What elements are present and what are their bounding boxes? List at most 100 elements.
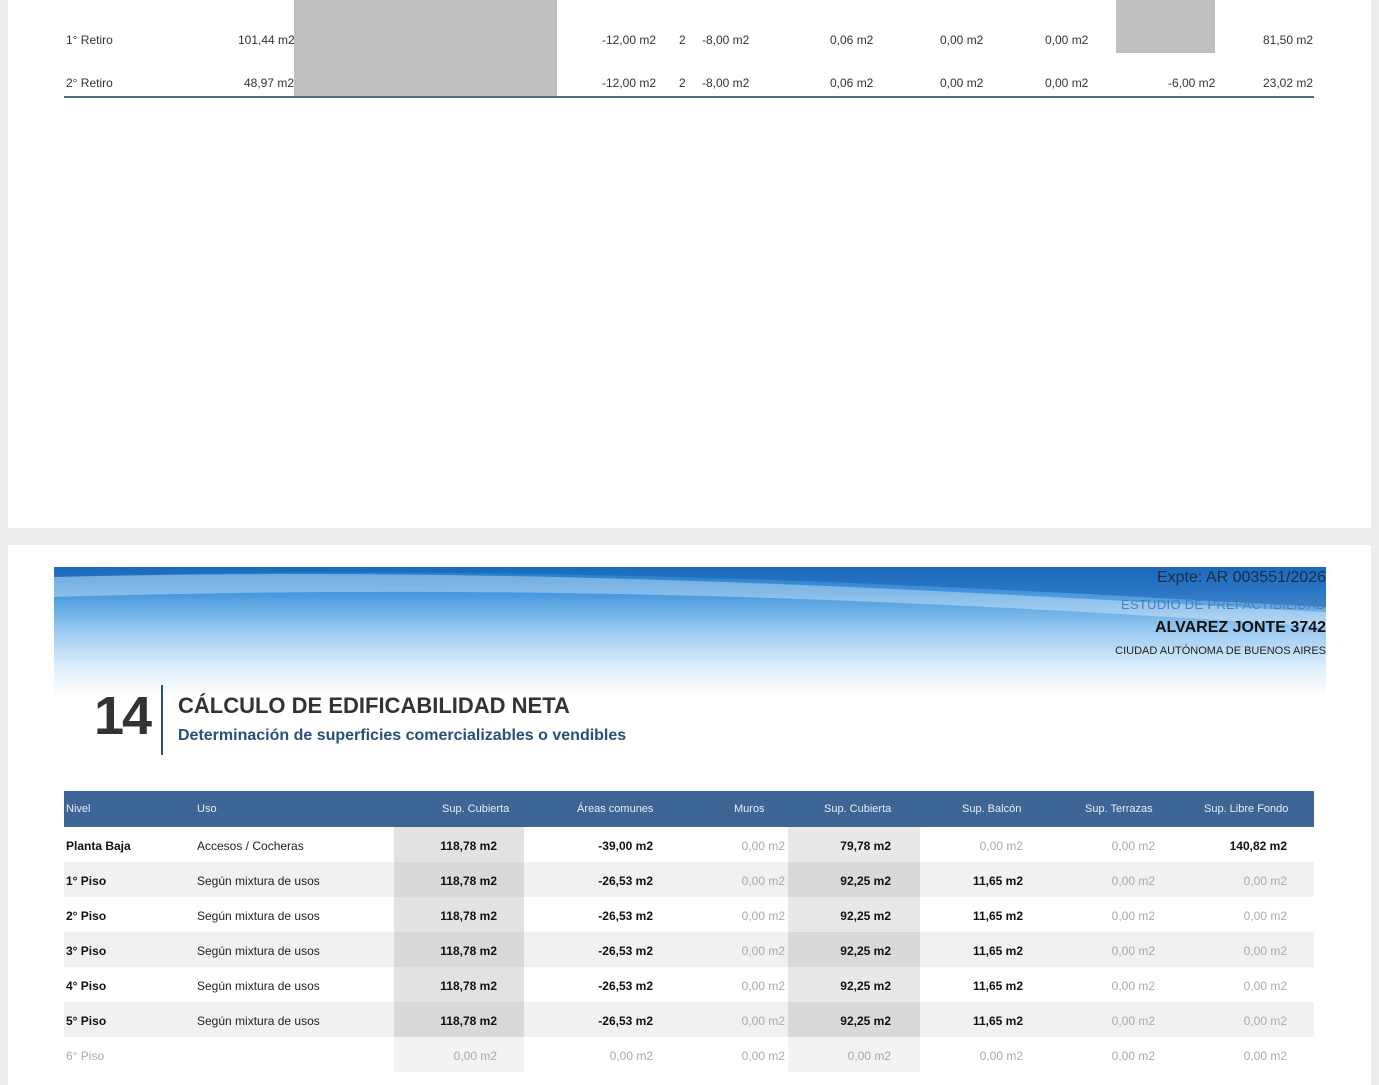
row-uso: Accesos / Cocheras (197, 839, 304, 853)
column-header: Sup. Balcón (962, 803, 1022, 815)
row-uso: Según mixtura de usos (197, 979, 320, 993)
row-value: 140,82 m2 (1229, 839, 1287, 853)
row-value: 0,00 m2 (1243, 1049, 1287, 1063)
row-value: 0,00 m2 (940, 76, 984, 90)
row-value: 0,00 m2 (979, 1049, 1023, 1063)
row-value: 0,00 m2 (1111, 874, 1155, 888)
row-value: 11,65 m2 (972, 979, 1023, 993)
row-value: 0,00 m2 (741, 839, 785, 853)
table-row: 3° Piso Según mixtura de usos 118,78 m2 -26… (64, 932, 1314, 967)
row-value: 0,00 m2 (1045, 33, 1089, 47)
row-nivel: 2° Piso (66, 909, 107, 923)
expediente-number: Expte: AR 003551/2026 (1156, 569, 1326, 586)
header-banner: Expte: AR 003551/2026 ESTUDIO DE PREFACT… (54, 567, 1326, 697)
row-value: 0,00 m2 (1111, 979, 1155, 993)
previous-page: 1° Retiro 101,44 m2 -12,00 m2 2 -8,00 m2… (8, 0, 1371, 528)
table-row: 4° Piso Según mixtura de usos 118,78 m2 -26… (64, 967, 1314, 1002)
row-nivel: 6° Piso (66, 1049, 105, 1063)
row-value: 0,00 m2 (847, 1049, 891, 1063)
row-value: 118,78 m2 (440, 944, 497, 958)
table-row: 1° Piso Según mixtura de usos 118,78 m2 -26… (64, 862, 1314, 897)
row-value: 118,78 m2 (440, 839, 497, 853)
section-divider (161, 685, 163, 755)
row-value: 92,25 m2 (840, 1014, 891, 1028)
row-value: 79,78 m2 (840, 839, 891, 853)
row-value: 0,06 m2 (830, 33, 874, 47)
column-header: Sup. Libre Fondo (1204, 803, 1289, 815)
row-uso: Según mixtura de usos (197, 909, 320, 923)
section-number: 14 (94, 686, 152, 746)
row-value: -6,00 m2 (1168, 76, 1216, 90)
row-value: 118,78 m2 (440, 979, 497, 993)
row-value: 0,00 m2 (1111, 909, 1155, 923)
row-count: 2 (679, 33, 686, 47)
row-label: 2° Retiro (66, 76, 113, 90)
row-value: 11,65 m2 (972, 944, 1023, 958)
city-name: CIUDAD AUTÓNOMA DE BUENOS AIRES (1115, 645, 1326, 657)
row-value: 11,65 m2 (972, 1014, 1023, 1028)
section-title: CÁLCULO DE EDIFICABILIDAD NETA (178, 693, 570, 718)
row-value: 0,00 m2 (1243, 979, 1287, 993)
row-label: 1° Retiro (66, 33, 113, 47)
row-value: -8,00 m2 (702, 33, 750, 47)
table-row: 6° Piso 0,00 m2 0,00 m2 0,00 m2 0,00 m2 0,00 … (64, 1037, 1314, 1072)
column-header: Muros (734, 803, 765, 815)
row-value: 0,00 m2 (741, 979, 785, 993)
row-value: 0,00 m2 (741, 874, 785, 888)
row-value: 0,00 m2 (1111, 1014, 1155, 1028)
current-page: Expte: AR 003551/2026 ESTUDIO DE PREFACT… (8, 545, 1371, 1085)
property-address: ALVAREZ JONTE 3742 (1154, 619, 1326, 636)
row-value: 0,00 m2 (1243, 1014, 1287, 1028)
row-value: 118,78 m2 (440, 909, 497, 923)
row-value: 11,65 m2 (972, 909, 1023, 923)
row-nivel: 5° Piso (66, 1014, 107, 1028)
row-uso: Según mixtura de usos (197, 944, 320, 958)
row-value: 0,00 m2 (1243, 944, 1287, 958)
row-uso: Según mixtura de usos (197, 874, 320, 888)
row-value: 0,00 m2 (1243, 874, 1287, 888)
table-body: Planta Baja Accesos / Cocheras 118,78 m2 -3… (64, 827, 1314, 1072)
row-value: 11,65 m2 (972, 874, 1023, 888)
row-value: 0,00 m2 (741, 1014, 785, 1028)
row-count: 2 (679, 76, 686, 90)
row-value: -12,00 m2 (602, 33, 657, 47)
row-value: 0,06 m2 (830, 76, 874, 90)
row-value: -26,53 m2 (598, 874, 653, 888)
row-value: 0,00 m2 (1111, 839, 1155, 853)
section-subtitle: Determinación de superficies comercializ… (178, 727, 627, 744)
row-area: 48,97 m2 (244, 76, 295, 90)
column-header: Uso (197, 803, 217, 815)
edificabilidad-table: Nivel Uso Sup. Cubierta Áreas comunes Mu… (64, 791, 1314, 1072)
row-value: 0,00 m2 (979, 839, 1023, 853)
table-row: 1° Retiro 101,44 m2 -12,00 m2 2 -8,00 m2… (64, 20, 1314, 60)
row-nivel: 4° Piso (66, 979, 107, 993)
row-value: 0,00 m2 (1243, 909, 1287, 923)
row-value: -12,00 m2 (602, 76, 657, 90)
column-header: Sup. Terrazas (1085, 803, 1153, 815)
row-value: -39,00 m2 (598, 839, 653, 853)
row-value: 0,00 m2 (741, 909, 785, 923)
banner-swoosh (54, 567, 1326, 627)
table-bottom-rule (64, 96, 1314, 98)
row-area: 101,44 m2 (238, 33, 295, 47)
row-value: 0,00 m2 (453, 1049, 497, 1063)
row-value: 92,25 m2 (840, 909, 891, 923)
column-header: Sup. Cubierta (824, 803, 892, 815)
row-value: 0,00 m2 (609, 1049, 653, 1063)
row-value: -26,53 m2 (598, 1014, 653, 1028)
row-value: -26,53 m2 (598, 909, 653, 923)
row-value: 0,00 m2 (1045, 76, 1089, 90)
row-nivel: 3° Piso (66, 944, 107, 958)
row-value: 92,25 m2 (840, 979, 891, 993)
row-total: 81,50 m2 (1263, 33, 1314, 47)
row-value: 92,25 m2 (840, 874, 891, 888)
row-value: -26,53 m2 (598, 944, 653, 958)
row-value: 0,00 m2 (741, 1049, 785, 1063)
row-value: 118,78 m2 (440, 1014, 497, 1028)
row-value: 92,25 m2 (840, 944, 891, 958)
row-total: 23,02 m2 (1263, 76, 1314, 90)
column-header: Nivel (66, 803, 91, 815)
row-nivel: Planta Baja (66, 839, 131, 853)
row-value: 118,78 m2 (440, 874, 497, 888)
study-type: ESTUDIO DE PREFACTIBILIDAD (1120, 597, 1326, 612)
